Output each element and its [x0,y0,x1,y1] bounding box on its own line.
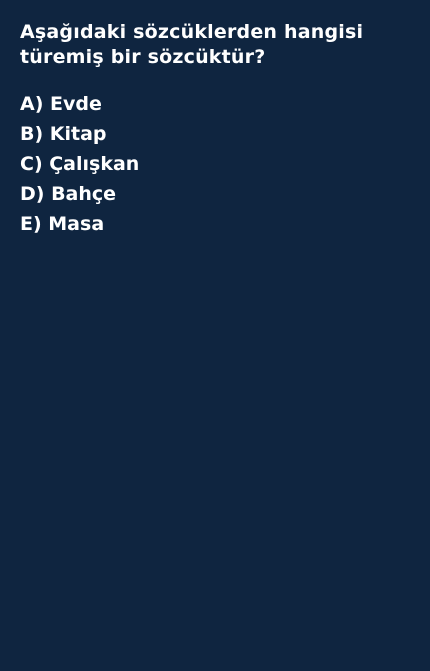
question-text: Aşağıdaki sözcüklerden hangisi türemiş b… [20,21,364,68]
option-b[interactable]: B) Kitap [20,119,410,149]
option-a[interactable]: A) Evde [20,89,410,119]
option-d[interactable]: D) Bahçe [20,179,410,209]
answer-options: A) Evde B) Kitap C) Çalışkan D) Bahçe E)… [20,89,410,239]
option-e[interactable]: E) Masa [20,209,410,239]
quiz-card: Aşağıdaki sözcüklerden hangisi türemiş b… [0,0,430,671]
option-c[interactable]: C) Çalışkan [20,149,410,179]
